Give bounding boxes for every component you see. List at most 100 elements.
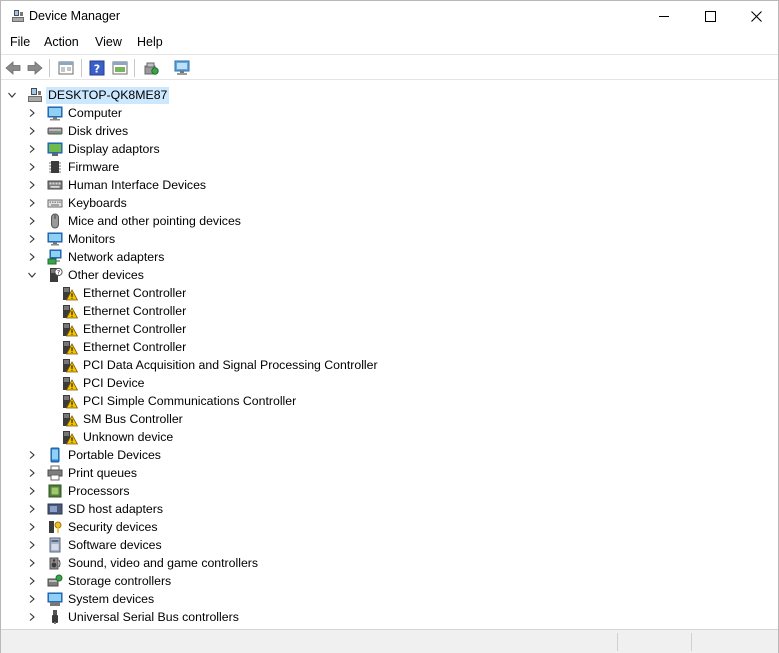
tree-root-node[interactable]: DESKTOP-QK8ME87 bbox=[7, 86, 170, 104]
category-node[interactable]: Monitors bbox=[27, 230, 117, 248]
chevron-right-icon[interactable] bbox=[27, 612, 37, 622]
category-node[interactable]: Display adaptors bbox=[27, 140, 162, 158]
properties-button[interactable] bbox=[56, 58, 76, 78]
expand-toggle[interactable] bbox=[27, 216, 37, 226]
chevron-right-icon[interactable] bbox=[27, 468, 37, 478]
category-node[interactable]: Print queues bbox=[27, 464, 139, 482]
category-node[interactable]: Security devices bbox=[27, 518, 160, 536]
device-node-warning[interactable]: Ethernet Controller bbox=[62, 284, 188, 302]
warning-device-icon-wrapper bbox=[62, 411, 78, 427]
chevron-right-icon[interactable] bbox=[27, 558, 37, 568]
maximize-icon bbox=[704, 10, 716, 22]
warning-device-icon-wrapper bbox=[62, 393, 78, 409]
device-node-warning[interactable]: Ethernet Controller bbox=[62, 302, 188, 320]
category-node[interactable]: Mice and other pointing devices bbox=[27, 212, 243, 230]
tree-node-label: Monitors bbox=[68, 231, 116, 246]
expand-toggle[interactable] bbox=[27, 504, 37, 514]
expand-toggle[interactable] bbox=[27, 162, 37, 172]
category-node[interactable]: ? Other devices bbox=[27, 266, 146, 284]
root-computer-icon bbox=[28, 88, 42, 102]
device-node-warning[interactable]: PCI Data Acquisition and Signal Processi… bbox=[62, 356, 380, 374]
maximize-button[interactable] bbox=[687, 1, 733, 31]
chevron-right-icon[interactable] bbox=[27, 216, 37, 226]
menu-file[interactable]: File bbox=[9, 35, 31, 49]
chevron-right-icon[interactable] bbox=[27, 486, 37, 496]
expand-toggle[interactable] bbox=[27, 198, 37, 208]
expand-toggle[interactable] bbox=[27, 522, 37, 532]
computer-icon-wrapper bbox=[47, 105, 63, 121]
expand-toggle[interactable] bbox=[27, 234, 37, 244]
minimize-button[interactable] bbox=[641, 1, 687, 31]
chevron-right-icon[interactable] bbox=[27, 234, 37, 244]
chevron-right-icon[interactable] bbox=[27, 108, 37, 118]
expand-toggle[interactable] bbox=[27, 180, 37, 190]
expand-toggle[interactable] bbox=[27, 270, 37, 280]
expand-toggle[interactable] bbox=[27, 450, 37, 460]
expand-toggle[interactable] bbox=[27, 540, 37, 550]
chevron-right-icon[interactable] bbox=[27, 522, 37, 532]
category-node[interactable]: Disk drives bbox=[27, 122, 130, 140]
device-manager-app-icon bbox=[10, 8, 26, 24]
expand-toggle[interactable] bbox=[27, 576, 37, 586]
device-node-warning[interactable]: PCI Device bbox=[62, 374, 147, 392]
category-node[interactable]: Keyboards bbox=[27, 194, 129, 212]
chevron-right-icon[interactable] bbox=[27, 576, 37, 586]
menu-help[interactable]: Help bbox=[136, 35, 164, 49]
chevron-right-icon[interactable] bbox=[27, 252, 37, 262]
device-node-warning[interactable]: SM Bus Controller bbox=[62, 410, 185, 428]
close-button[interactable] bbox=[733, 1, 779, 31]
menu-action[interactable]: Action bbox=[43, 35, 80, 49]
device-node-warning[interactable]: Ethernet Controller bbox=[62, 338, 188, 356]
menu-view[interactable]: View bbox=[94, 35, 123, 49]
category-node[interactable]: Firmware bbox=[27, 158, 121, 176]
chevron-right-icon[interactable] bbox=[27, 198, 37, 208]
menu-bar: File Action View Help bbox=[1, 32, 778, 54]
expand-toggle[interactable] bbox=[27, 486, 37, 496]
expand-toggle[interactable] bbox=[27, 108, 37, 118]
expand-toggle[interactable] bbox=[27, 594, 37, 604]
forward-button[interactable] bbox=[25, 58, 45, 78]
chevron-right-icon[interactable] bbox=[27, 450, 37, 460]
expand-toggle[interactable] bbox=[27, 144, 37, 154]
expand-toggle[interactable] bbox=[27, 468, 37, 478]
expand-toggle[interactable] bbox=[27, 612, 37, 622]
category-node[interactable]: Network adapters bbox=[27, 248, 166, 266]
category-node[interactable]: SD host adapters bbox=[27, 500, 165, 518]
device-node-warning[interactable]: Ethernet Controller bbox=[62, 320, 188, 338]
chevron-down-icon[interactable] bbox=[7, 90, 17, 100]
category-node[interactable]: Software devices bbox=[27, 536, 164, 554]
expand-toggle[interactable] bbox=[7, 90, 17, 100]
category-node[interactable]: Universal Serial Bus controllers bbox=[27, 608, 241, 626]
chevron-right-icon[interactable] bbox=[27, 162, 37, 172]
device-tree[interactable]: DESKTOP-QK8ME87 Computer Disk drives Displa… bbox=[1, 83, 778, 629]
chevron-right-icon[interactable] bbox=[27, 126, 37, 136]
category-node[interactable]: Storage controllers bbox=[27, 572, 173, 590]
chevron-right-icon[interactable] bbox=[27, 144, 37, 154]
device-node-warning[interactable]: Unknown device bbox=[62, 428, 175, 446]
expand-toggle[interactable] bbox=[27, 558, 37, 568]
chevron-right-icon[interactable] bbox=[27, 540, 37, 550]
back-button[interactable] bbox=[3, 58, 23, 78]
expand-toggle[interactable] bbox=[27, 252, 37, 262]
category-node[interactable]: Sound, video and game controllers bbox=[27, 554, 260, 572]
category-node[interactable]: Human Interface Devices bbox=[27, 176, 208, 194]
expand-toggle[interactable] bbox=[27, 126, 37, 136]
device-node-warning[interactable]: PCI Simple Communications Controller bbox=[62, 392, 298, 410]
scan-hardware-button[interactable] bbox=[172, 58, 192, 78]
chevron-right-icon[interactable] bbox=[27, 504, 37, 514]
help-button[interactable]: ? bbox=[87, 58, 107, 78]
close-icon bbox=[750, 10, 762, 22]
title-bar[interactable]: Device Manager bbox=[1, 1, 778, 32]
category-node[interactable]: Computer bbox=[27, 104, 124, 122]
chevron-right-icon[interactable] bbox=[27, 180, 37, 190]
keyboard-icon bbox=[47, 199, 63, 208]
category-node[interactable]: Processors bbox=[27, 482, 132, 500]
tree-node-label: Ethernet Controller bbox=[83, 285, 187, 300]
printer-icon bbox=[47, 465, 63, 481]
chevron-down-icon[interactable] bbox=[27, 270, 37, 280]
category-node[interactable]: System devices bbox=[27, 590, 156, 608]
view-console-button[interactable] bbox=[110, 58, 130, 78]
chevron-right-icon[interactable] bbox=[27, 594, 37, 604]
category-node[interactable]: Portable Devices bbox=[27, 446, 163, 464]
update-driver-button[interactable] bbox=[141, 58, 161, 78]
